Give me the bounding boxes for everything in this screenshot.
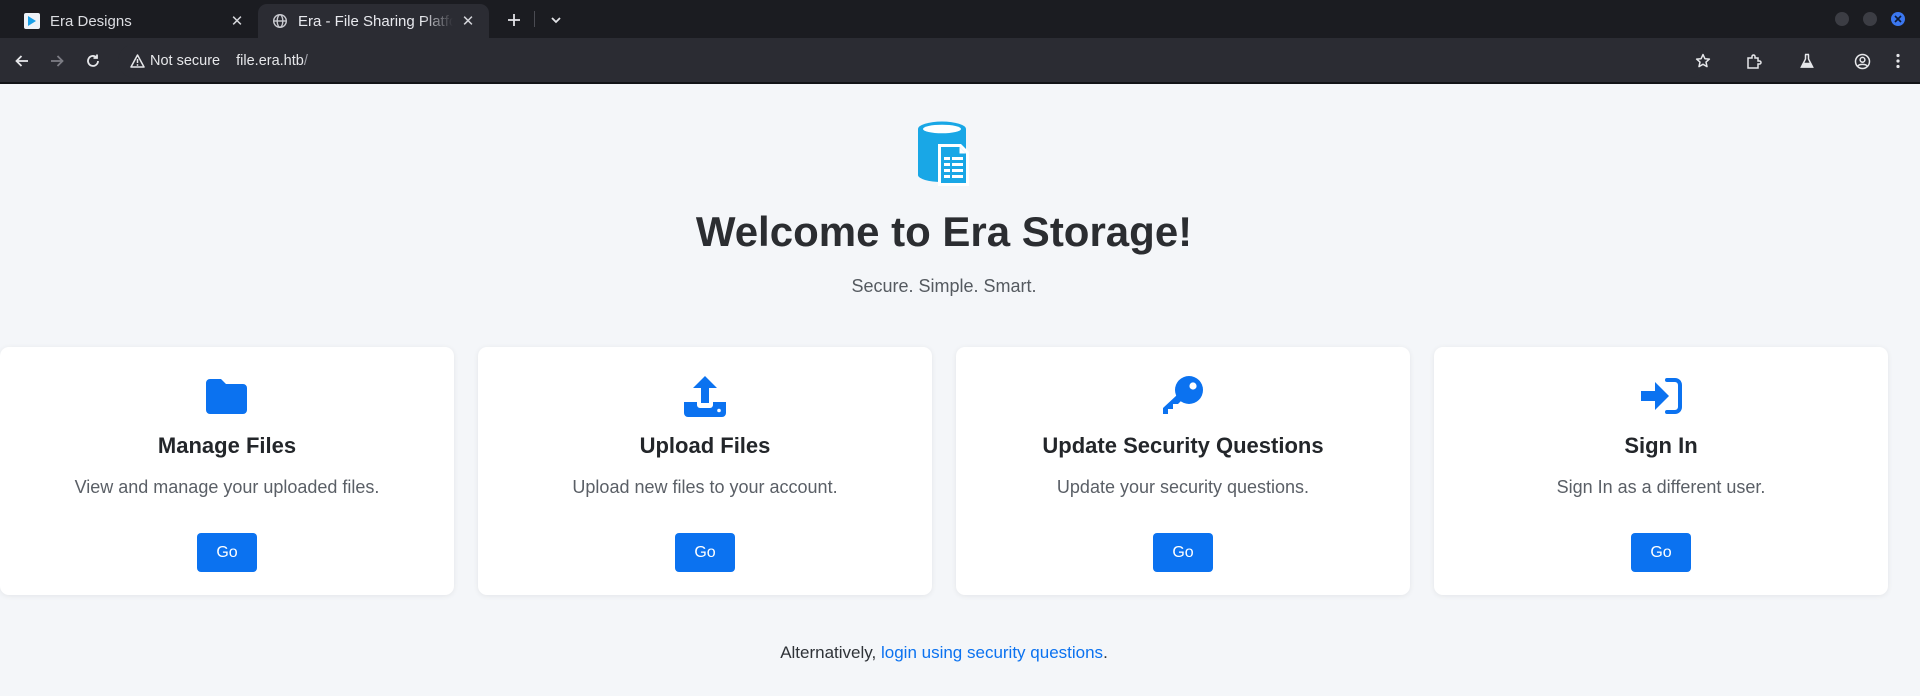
alt-prefix: Alternatively, — [780, 643, 877, 662]
url-path: / — [303, 53, 308, 69]
card-title: Update Security Questions — [1042, 433, 1324, 458]
card-title: Manage Files — [157, 433, 297, 458]
card-description: View and manage your uploaded files. — [74, 477, 380, 497]
browser-toolbar: Not secure file.era.htb/ — [0, 38, 1920, 84]
security-label: Not secure — [150, 53, 221, 69]
profile-avatar-icon[interactable] — [1848, 47, 1876, 75]
manage-files-card: Manage Files View and manage your upload… — [0, 347, 454, 595]
url-text[interactable]: file.era.htb/ — [236, 53, 308, 69]
minimize-window-icon[interactable] — [1835, 12, 1849, 26]
tab-era-file-sharing[interactable]: Era - File Sharing Platform ✕ — [258, 4, 489, 38]
card-description: Update your security questions. — [1056, 477, 1310, 497]
tab-era-designs[interactable]: Era Designs ✕ — [10, 4, 258, 38]
sign-in-go-button[interactable]: Go — [1631, 533, 1691, 572]
tab-separator — [534, 11, 535, 27]
warning-triangle-icon — [130, 54, 145, 68]
maximize-window-icon[interactable] — [1863, 12, 1877, 26]
card-title: Sign In — [1624, 433, 1698, 458]
folder-icon — [0, 375, 454, 417]
sign-in-icon — [1434, 375, 1888, 417]
tab-title: Era - File Sharing Platform — [298, 12, 453, 30]
labs-flask-icon[interactable] — [1793, 47, 1821, 75]
upload-files-card: Upload Files Upload new files to your ac… — [478, 347, 932, 595]
tab-title: Era Designs — [50, 12, 132, 30]
address-bar[interactable]: Not secure file.era.htb/ — [118, 44, 1708, 78]
bookmark-star-icon[interactable] — [1689, 47, 1717, 75]
tab-close-icon[interactable]: ✕ — [228, 12, 246, 30]
upload-files-go-button[interactable]: Go — [675, 533, 735, 572]
tab-search-chevron-down-icon[interactable] — [543, 7, 569, 33]
sign-in-card: Sign In Sign In as a different user. Go — [1434, 347, 1888, 595]
page-subtitle: Secure. Simple. Smart. — [851, 276, 1037, 296]
card-description: Sign In as a different user. — [1556, 477, 1766, 497]
forward-arrow-icon[interactable] — [43, 47, 71, 75]
url-host: file.era.htb — [236, 53, 304, 69]
key-icon — [956, 375, 1410, 417]
back-arrow-icon[interactable] — [8, 47, 36, 75]
security-indicator[interactable]: Not secure — [130, 53, 220, 69]
close-window-icon[interactable] — [1891, 12, 1905, 26]
browser-tab-bar: Era Designs ✕ Era - File Sharing Platfor… — [0, 0, 1920, 38]
security-questions-login-link[interactable]: login using security questions — [881, 643, 1103, 662]
globe-favicon-icon — [272, 13, 288, 29]
page-content: Welcome to Era Storage! Secure. Simple. … — [0, 86, 1920, 696]
alternative-login-text: Alternatively, login using security ques… — [0, 643, 1888, 663]
tab-close-icon[interactable]: ✕ — [459, 12, 477, 30]
page-title: Welcome to Era Storage! — [695, 208, 1193, 255]
menu-kebab-icon[interactable] — [1884, 47, 1912, 75]
update-security-questions-card: Update Security Questions Update your se… — [956, 347, 1410, 595]
extensions-puzzle-icon[interactable] — [1740, 47, 1768, 75]
upload-icon — [478, 375, 932, 417]
alt-suffix: . — [1103, 643, 1108, 662]
play-favicon-icon — [24, 13, 40, 29]
storage-logo-icon — [918, 121, 969, 186]
update-security-go-button[interactable]: Go — [1153, 533, 1213, 572]
reload-icon[interactable] — [79, 47, 107, 75]
card-description: Upload new files to your account. — [572, 477, 838, 497]
card-title: Upload Files — [639, 433, 771, 458]
manage-files-go-button[interactable]: Go — [197, 533, 257, 572]
new-tab-icon[interactable] — [501, 7, 527, 33]
